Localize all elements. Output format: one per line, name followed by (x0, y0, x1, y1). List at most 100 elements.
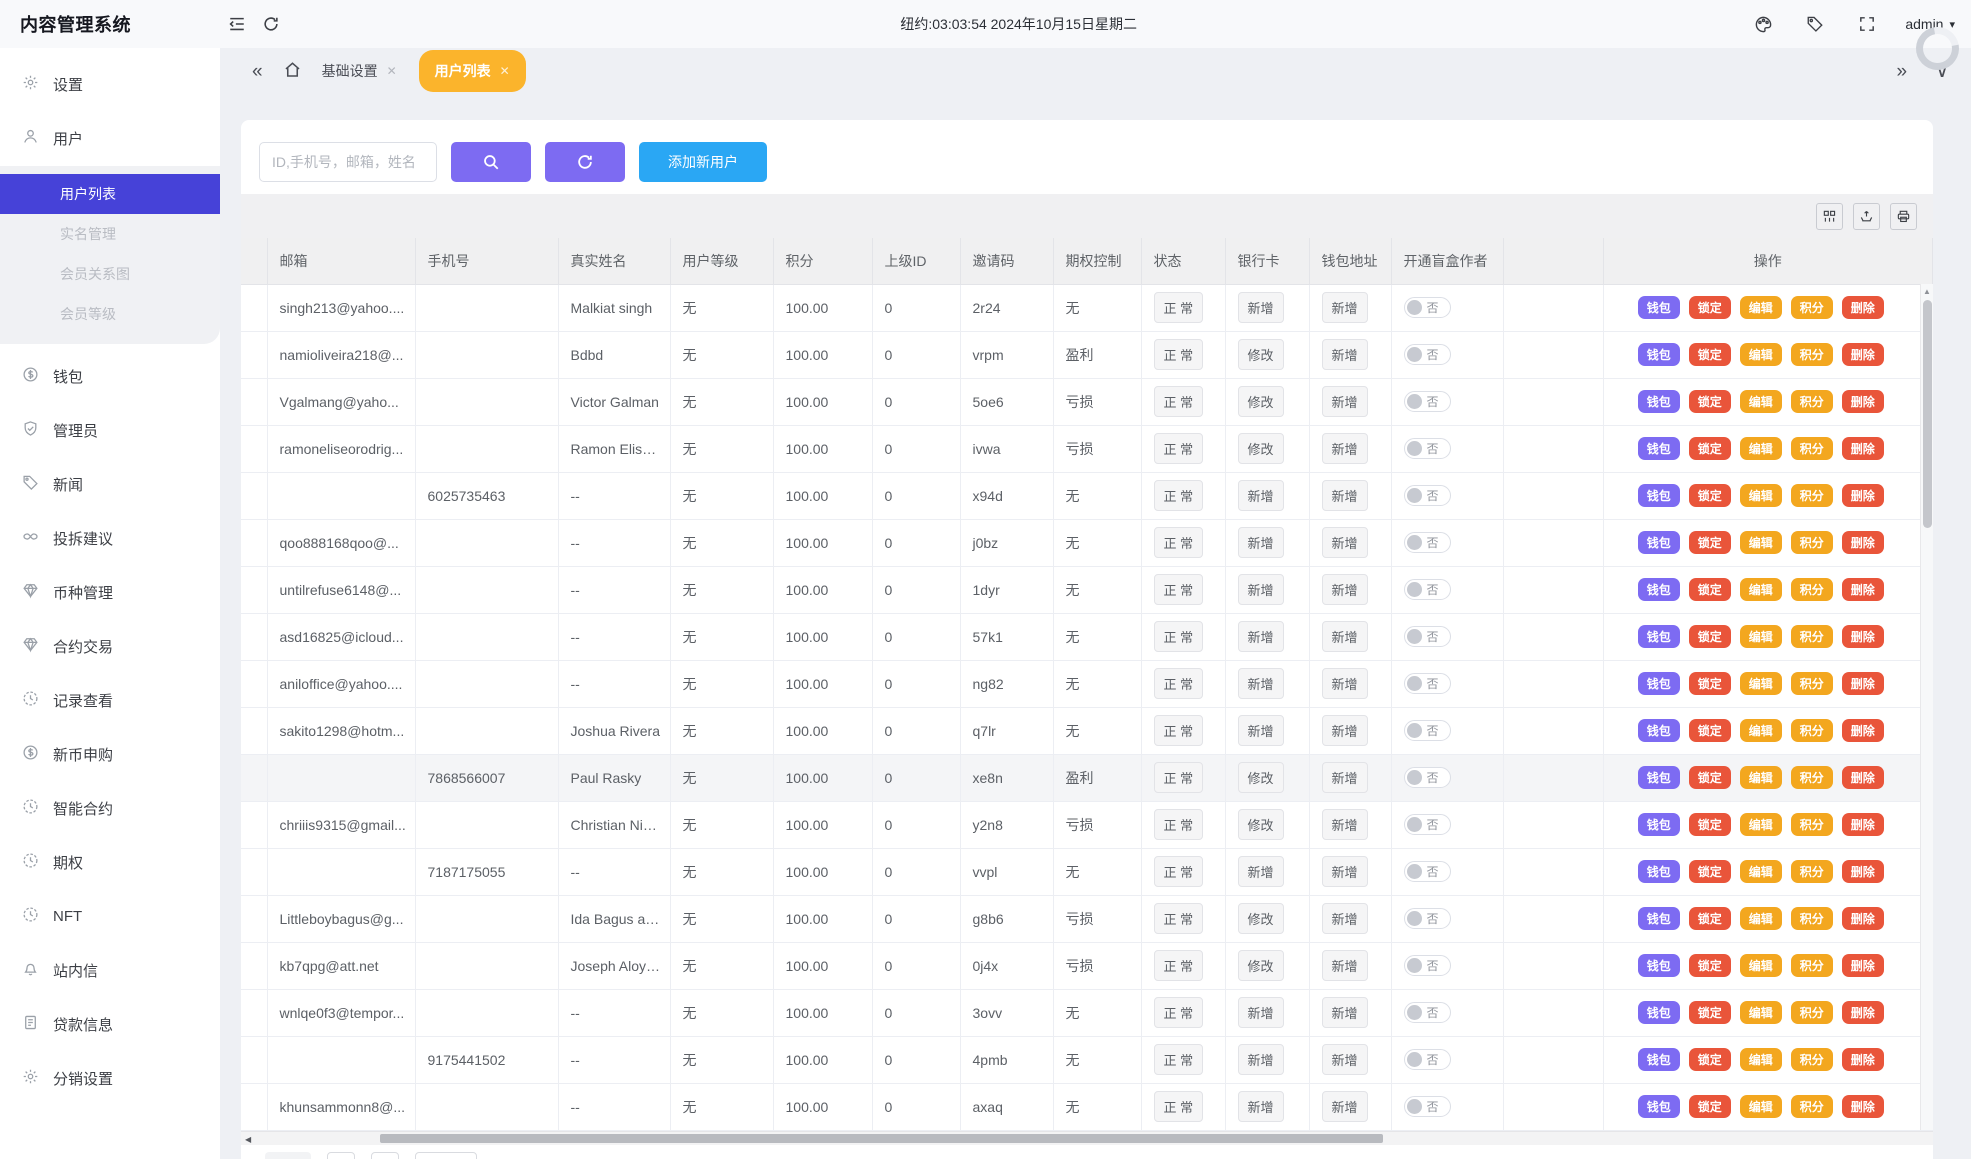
action-wallet-button[interactable]: 钱包 (1637, 1095, 1680, 1118)
wallet-badge[interactable]: 新增 (1321, 856, 1368, 887)
add-user-button[interactable]: 添加新用户 (639, 142, 767, 182)
action-edit-button[interactable]: 编辑 (1739, 1001, 1782, 1024)
theme-palette-icon[interactable] (1749, 10, 1777, 38)
action-points-button[interactable]: 积分 (1790, 578, 1833, 601)
action-points-button[interactable]: 积分 (1790, 1095, 1833, 1118)
bank-badge[interactable]: 新增 (1237, 1044, 1284, 1075)
search-input[interactable] (259, 142, 437, 182)
action-lock-button[interactable]: 锁定 (1688, 343, 1731, 366)
bank-badge[interactable]: 新增 (1237, 1091, 1284, 1122)
action-wallet-button[interactable]: 钱包 (1637, 672, 1680, 695)
action-edit-button[interactable]: 编辑 (1739, 1048, 1782, 1071)
bank-badge[interactable]: 修改 (1237, 339, 1284, 370)
action-lock-button[interactable]: 锁定 (1688, 719, 1731, 742)
action-lock-button[interactable]: 锁定 (1688, 1048, 1731, 1071)
action-delete-button[interactable]: 删除 (1841, 390, 1884, 413)
action-edit-button[interactable]: 编辑 (1739, 531, 1782, 554)
wallet-badge[interactable]: 新增 (1321, 339, 1368, 370)
action-wallet-button[interactable]: 钱包 (1637, 1048, 1680, 1071)
action-delete-button[interactable]: 删除 (1841, 719, 1884, 742)
sidebar-item[interactable]: 币种管理 (0, 570, 220, 614)
vertical-scrollbar[interactable]: ▲ (1920, 284, 1933, 1130)
reset-refresh-button[interactable] (545, 142, 625, 182)
action-edit-button[interactable]: 编辑 (1739, 719, 1782, 742)
blindbox-toggle[interactable]: 否 (1403, 673, 1451, 694)
sidebar-item[interactable]: 新闻 (0, 462, 220, 506)
sidebar-item[interactable]: 智能合约 (0, 786, 220, 830)
bank-badge[interactable]: 修改 (1237, 762, 1284, 793)
blindbox-toggle[interactable]: 否 (1403, 532, 1451, 553)
blindbox-toggle[interactable]: 否 (1403, 344, 1451, 365)
blindbox-toggle[interactable]: 否 (1403, 955, 1451, 976)
action-edit-button[interactable]: 编辑 (1739, 813, 1782, 836)
status-badge[interactable]: 正 常 (1153, 433, 1204, 464)
bank-badge[interactable]: 新增 (1237, 480, 1284, 511)
tag-icon[interactable] (1801, 10, 1829, 38)
action-wallet-button[interactable]: 钱包 (1637, 390, 1680, 413)
pagination-page-button[interactable] (371, 1151, 399, 1159)
sidebar-subitem[interactable]: 会员关系图 (0, 254, 220, 294)
status-badge[interactable]: 正 常 (1153, 1091, 1204, 1122)
sidebar-item[interactable]: 记录查看 (0, 678, 220, 722)
sidebar-item[interactable]: NFT (0, 894, 220, 938)
sidebar-item[interactable]: 新币申购 (0, 732, 220, 776)
action-points-button[interactable]: 积分 (1790, 813, 1833, 836)
sidebar-item[interactable]: 投拆建议 (0, 516, 220, 560)
action-delete-button[interactable]: 删除 (1841, 1048, 1884, 1071)
sidebar-subitem-active[interactable]: 用户列表 (0, 174, 220, 214)
wallet-badge[interactable]: 新增 (1321, 433, 1368, 464)
action-wallet-button[interactable]: 钱包 (1637, 343, 1680, 366)
blindbox-toggle[interactable]: 否 (1403, 297, 1451, 318)
blindbox-toggle[interactable]: 否 (1403, 861, 1451, 882)
action-delete-button[interactable]: 删除 (1841, 343, 1884, 366)
wallet-badge[interactable]: 新增 (1321, 480, 1368, 511)
action-points-button[interactable]: 积分 (1790, 766, 1833, 789)
action-delete-button[interactable]: 删除 (1841, 625, 1884, 648)
action-edit-button[interactable]: 编辑 (1739, 390, 1782, 413)
status-badge[interactable]: 正 常 (1153, 1044, 1204, 1075)
action-points-button[interactable]: 积分 (1790, 672, 1833, 695)
blindbox-toggle[interactable]: 否 (1403, 485, 1451, 506)
close-tab-icon[interactable]: ✕ (387, 64, 397, 78)
bank-badge[interactable]: 新增 (1237, 621, 1284, 652)
blindbox-toggle[interactable]: 否 (1403, 1049, 1451, 1070)
wallet-badge[interactable]: 新增 (1321, 715, 1368, 746)
wallet-badge[interactable]: 新增 (1321, 1044, 1368, 1075)
status-badge[interactable]: 正 常 (1153, 574, 1204, 605)
action-points-button[interactable]: 积分 (1790, 860, 1833, 883)
wallet-badge[interactable]: 新增 (1321, 762, 1368, 793)
sidebar-item[interactable]: 钱包 (0, 354, 220, 398)
action-delete-button[interactable]: 删除 (1841, 907, 1884, 930)
status-badge[interactable]: 正 常 (1153, 292, 1204, 323)
action-wallet-button[interactable]: 钱包 (1637, 813, 1680, 836)
bank-badge[interactable]: 新增 (1237, 668, 1284, 699)
wallet-badge[interactable]: 新增 (1321, 903, 1368, 934)
action-edit-button[interactable]: 编辑 (1739, 343, 1782, 366)
blindbox-toggle[interactable]: 否 (1403, 814, 1451, 835)
export-icon[interactable] (1853, 202, 1880, 230)
action-lock-button[interactable]: 锁定 (1688, 766, 1731, 789)
action-wallet-button[interactable]: 钱包 (1637, 766, 1680, 789)
action-points-button[interactable]: 积分 (1790, 390, 1833, 413)
status-badge[interactable]: 正 常 (1153, 762, 1204, 793)
tab-active[interactable]: 用户列表 ✕ (418, 50, 526, 92)
close-tab-icon[interactable]: ✕ (500, 64, 510, 78)
sidebar-item[interactable]: 贷款信息 (0, 1002, 220, 1046)
action-points-button[interactable]: 积分 (1790, 625, 1833, 648)
status-badge[interactable]: 正 常 (1153, 386, 1204, 417)
action-edit-button[interactable]: 编辑 (1739, 296, 1782, 319)
wallet-badge[interactable]: 新增 (1321, 997, 1368, 1028)
wallet-badge[interactable]: 新增 (1321, 809, 1368, 840)
status-badge[interactable]: 正 常 (1153, 997, 1204, 1028)
bank-badge[interactable]: 修改 (1237, 809, 1284, 840)
action-points-button[interactable]: 积分 (1790, 437, 1833, 460)
status-badge[interactable]: 正 常 (1153, 950, 1204, 981)
action-wallet-button[interactable]: 钱包 (1637, 954, 1680, 977)
blindbox-toggle[interactable]: 否 (1403, 626, 1451, 647)
action-lock-button[interactable]: 锁定 (1688, 954, 1731, 977)
action-delete-button[interactable]: 删除 (1841, 578, 1884, 601)
action-delete-button[interactable]: 删除 (1841, 954, 1884, 977)
action-lock-button[interactable]: 锁定 (1688, 390, 1731, 413)
status-badge[interactable]: 正 常 (1153, 715, 1204, 746)
action-delete-button[interactable]: 删除 (1841, 484, 1884, 507)
